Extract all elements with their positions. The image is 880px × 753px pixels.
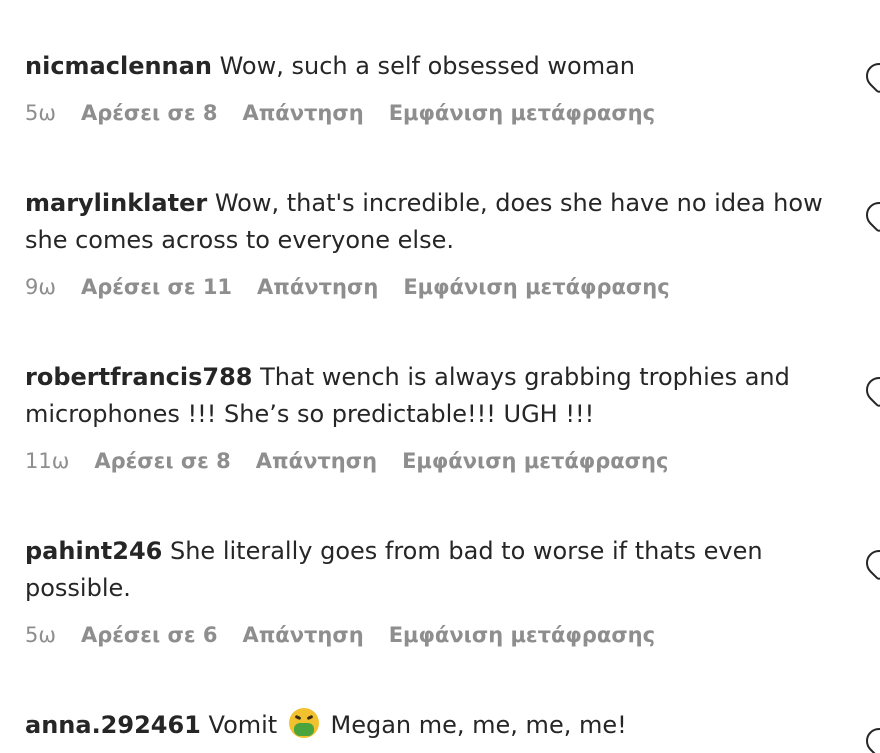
comment-username[interactable]: anna.292461 <box>25 711 201 739</box>
comment-meta: 11ω Αρέσει σε 8 Απάντηση Εμφάνιση μετάφρ… <box>25 447 825 475</box>
comment-item: anna.292461 Vomit Megan me, me, me, me! <box>25 707 825 744</box>
comment-body: robertfrancis788 That wench is always gr… <box>25 359 825 433</box>
reply-button[interactable]: Απάντηση <box>257 273 378 301</box>
nauseated-face-emoji-icon <box>288 708 319 738</box>
comment-body: marylinklater Wow, that's incredible, do… <box>25 185 825 259</box>
heart-outline-icon[interactable] <box>860 544 880 582</box>
comment-username[interactable]: pahint246 <box>25 537 162 565</box>
show-translation-button[interactable]: Εμφάνιση μετάφρασης <box>403 273 669 301</box>
heart-outline-icon[interactable] <box>860 371 880 409</box>
comment-age[interactable]: 9ω <box>25 273 56 301</box>
comment-text: Vomit <box>208 711 278 739</box>
reply-button[interactable]: Απάντηση <box>242 621 363 649</box>
comment-text: Megan me, me, me, me! <box>330 711 627 739</box>
comment-age[interactable]: 5ω <box>25 99 56 127</box>
comment-age[interactable]: 11ω <box>25 447 69 475</box>
show-translation-button[interactable]: Εμφάνιση μετάφρασης <box>389 621 655 649</box>
comment-body: nicmaclennan Wow, such a self obsessed w… <box>25 48 825 85</box>
show-translation-button[interactable]: Εμφάνιση μετάφρασης <box>402 447 668 475</box>
comment-item: nicmaclennan Wow, such a self obsessed w… <box>25 48 825 127</box>
comment-text: Wow, such a self obsessed woman <box>219 52 636 80</box>
comment-meta: 5ω Αρέσει σε 8 Απάντηση Εμφάνιση μετάφρα… <box>25 99 825 127</box>
comment-username[interactable]: robertfrancis788 <box>25 363 252 391</box>
comment-age[interactable]: 5ω <box>25 621 56 649</box>
comment-item: pahint246 She literally goes from bad to… <box>25 533 825 649</box>
comment-meta: 9ω Αρέσει σε 11 Απάντηση Εμφάνιση μετάφρ… <box>25 273 825 301</box>
heart-outline-icon[interactable] <box>860 57 880 95</box>
reply-button[interactable]: Απάντηση <box>242 99 363 127</box>
comment-username[interactable]: marylinklater <box>25 189 207 217</box>
comment-likes[interactable]: Αρέσει σε 11 <box>81 273 232 301</box>
comment-item: marylinklater Wow, that's incredible, do… <box>25 185 825 301</box>
comment-username[interactable]: nicmaclennan <box>25 52 212 80</box>
comment-item: robertfrancis788 That wench is always gr… <box>25 359 825 475</box>
comment-likes[interactable]: Αρέσει σε 8 <box>94 447 230 475</box>
heart-outline-icon[interactable] <box>860 722 880 753</box>
reply-button[interactable]: Απάντηση <box>256 447 377 475</box>
comment-likes[interactable]: Αρέσει σε 8 <box>81 99 217 127</box>
comment-meta: 5ω Αρέσει σε 6 Απάντηση Εμφάνιση μετάφρα… <box>25 621 825 649</box>
comment-body: pahint246 She literally goes from bad to… <box>25 533 825 607</box>
comment-likes[interactable]: Αρέσει σε 6 <box>81 621 217 649</box>
show-translation-button[interactable]: Εμφάνιση μετάφρασης <box>389 99 655 127</box>
comment-body: anna.292461 Vomit Megan me, me, me, me! <box>25 707 825 744</box>
heart-outline-icon[interactable] <box>860 196 880 234</box>
